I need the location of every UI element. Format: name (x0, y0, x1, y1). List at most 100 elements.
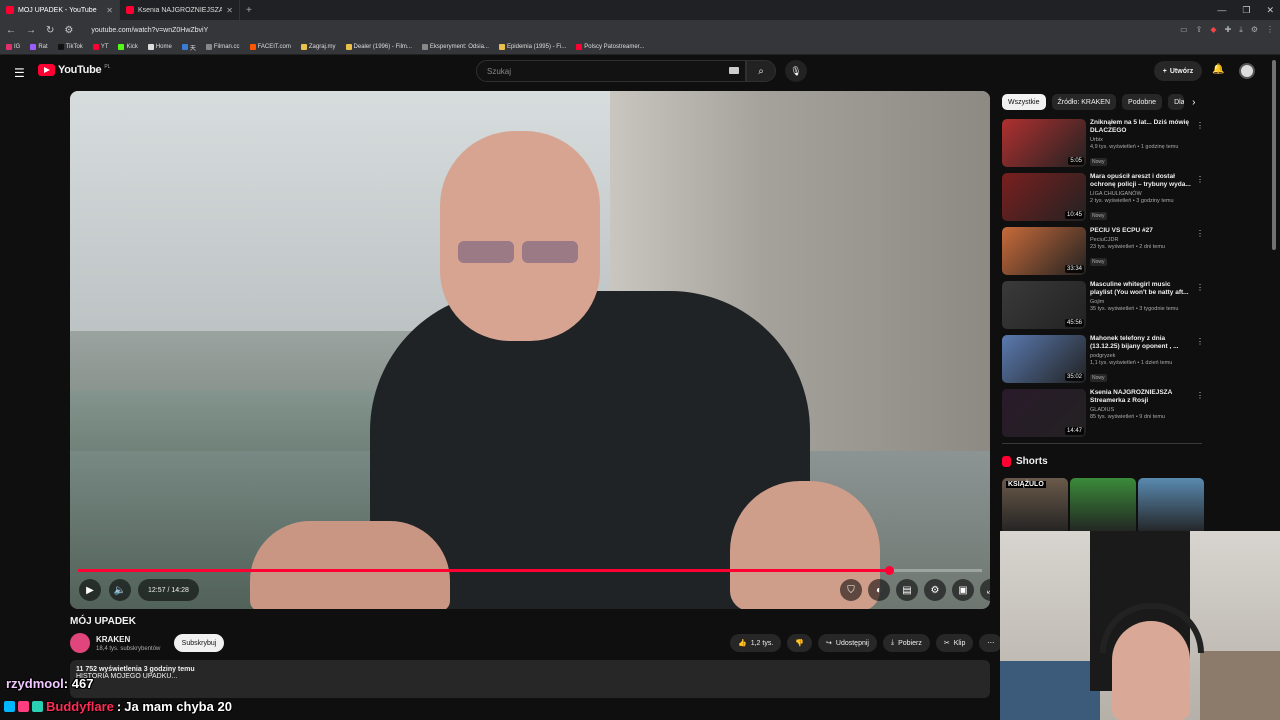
search-button[interactable]: ⌕ (746, 60, 776, 82)
chevron-right-icon[interactable]: › (1192, 97, 1195, 108)
settings-icon[interactable]: ⚙ (1251, 25, 1258, 35)
recommended-channel[interactable]: LIGA CHULIGANÓW (1090, 191, 1194, 197)
recommended-video[interactable]: 35:02 Mahonek telefony z dnia (13.12.25) … (1002, 335, 1204, 383)
settings-button[interactable]: ⚙ (924, 579, 946, 601)
chip-for-you[interactable]: Dla (1168, 94, 1185, 110)
recommended-title[interactable]: Masculine whitegirl music playlist (You … (1090, 281, 1194, 297)
close-window-icon[interactable]: ✕ (1266, 5, 1274, 16)
recommended-video[interactable]: 45:56 Masculine whitegirl music playlist … (1002, 281, 1204, 329)
chip-all[interactable]: Wszystkie (1002, 94, 1046, 110)
create-button[interactable]: + Utwórz (1154, 61, 1202, 81)
download-button[interactable]: ⤓ Pobierz (882, 634, 930, 652)
short-item[interactable] (1138, 478, 1204, 534)
short-item[interactable]: KSIĄŻULO (1002, 478, 1068, 534)
recommended-channel[interactable]: Urbix (1090, 137, 1194, 143)
youtube-logo[interactable]: YouTube PL (38, 64, 110, 76)
bookmark-item[interactable]: FACEIT.com (249, 44, 291, 50)
recommended-video[interactable]: 33:34 PECIU VS ECPU #27 PeciuCJDR 23 tys. w… (1002, 227, 1204, 275)
close-tab-icon[interactable]: ✕ (106, 6, 113, 15)
account-avatar[interactable] (1239, 63, 1255, 79)
bookmark-item[interactable]: Kick (118, 44, 138, 50)
maximize-icon[interactable]: ❐ (1242, 5, 1250, 16)
recommended-channel[interactable]: podgryzek (1090, 353, 1194, 359)
recommended-video[interactable]: 14:47 Ksenia NAJGROŹNIEJSZA Streamerka z … (1002, 389, 1204, 437)
browser-tab-ksenia[interactable]: Ksenia NAJGROŹNIEJSZA Streamerka ✕ (120, 0, 240, 20)
play-button[interactable]: ▶ (79, 579, 101, 601)
bookmark-item[interactable]: Rat (30, 44, 48, 50)
recommended-video[interactable]: 5:05 Zniknąłem na 5 lat... Dziś mówię DLA… (1002, 119, 1204, 167)
fullscreen-button[interactable]: ⤢ (980, 579, 990, 601)
progress-bar[interactable] (78, 566, 982, 575)
more-options-icon[interactable]: ⋮ (1196, 337, 1204, 346)
video-thumbnail[interactable]: 35:02 (1002, 335, 1086, 383)
new-tab-icon[interactable]: + (240, 5, 258, 16)
keyboard-icon[interactable] (729, 67, 739, 74)
site-info-icon[interactable]: ⚙ (64, 25, 73, 36)
bookmark-item[interactable]: Filman.cc (205, 44, 240, 50)
bookmark-item[interactable]: Eksperyment: Odsia... (421, 44, 489, 50)
channel-avatar[interactable] (70, 633, 90, 653)
mute-button[interactable]: 🔈 (109, 579, 131, 601)
clip-button[interactable]: ✂ Klip (935, 634, 974, 652)
forward-icon[interactable]: → (26, 25, 36, 36)
minimize-icon[interactable]: — (1217, 5, 1226, 15)
bookmark-item[interactable]: Polscy Patostreamer... (576, 44, 644, 50)
bookmark-item[interactable]: 天 (181, 43, 196, 52)
more-options-icon[interactable]: ⋮ (1196, 229, 1204, 238)
hamburger-menu-icon[interactable]: ☰ (14, 66, 25, 80)
video-thumbnail[interactable]: 33:34 (1002, 227, 1086, 275)
bookmark-item[interactable]: Zagraj.my (300, 44, 336, 50)
download-icon[interactable]: ⤓ (1239, 25, 1243, 35)
more-options-icon[interactable]: ⋮ (1196, 283, 1204, 292)
browser-tab-youtube[interactable]: MÓJ UPADEK - YouTube ✕ (0, 0, 120, 20)
short-item[interactable] (1070, 478, 1136, 534)
install-icon[interactable]: ▭ (1180, 25, 1188, 35)
more-actions-button[interactable]: ⋯ (979, 634, 1003, 652)
more-options-icon[interactable]: ⋮ (1196, 391, 1204, 400)
chip-source[interactable]: Źródło: KRAKEN (1051, 94, 1117, 110)
more-options-icon[interactable]: ⋮ (1196, 121, 1204, 130)
share-button[interactable]: ↪ Udostępnij (818, 634, 877, 652)
autoplay-toggle[interactable]: ◐ (868, 579, 890, 601)
video-thumbnail[interactable]: 10:45 (1002, 173, 1086, 221)
video-thumbnail[interactable]: 14:47 (1002, 389, 1086, 437)
dislike-button[interactable]: 👎 (787, 634, 813, 652)
bookmark-item[interactable]: Home (147, 44, 172, 50)
chip-related[interactable]: Podobne (1122, 94, 1163, 110)
recommended-video[interactable]: 10:45 Mara opuścił areszt i dostał ochron… (1002, 173, 1204, 221)
recommended-channel[interactable]: GLADIUS (1090, 407, 1194, 413)
subtitles-button[interactable]: ▤ (896, 579, 918, 601)
search-input[interactable]: Szukaj (476, 60, 746, 82)
bookmark-item[interactable]: Dealer (1996) - Film... (345, 44, 412, 50)
recommended-title[interactable]: Ksenia NAJGROŹNIEJSZA Streamerka z Rosji (1090, 389, 1194, 405)
recommended-title[interactable]: Mahonek telefony z dnia (13.12.25) bijan… (1090, 335, 1194, 351)
channel-name[interactable]: KRAKEN (96, 635, 130, 644)
puzzle-extension-icon[interactable]: ✚ (1225, 25, 1232, 35)
back-icon[interactable]: ← (6, 25, 16, 36)
premium-shield-button[interactable]: ⛉ (840, 579, 862, 601)
bookmark-item[interactable]: TikTok (57, 44, 83, 50)
page-scrollbar[interactable] (1272, 60, 1276, 250)
voice-search-button[interactable]: 🎙 (785, 60, 807, 82)
more-options-icon[interactable]: ⋮ (1196, 175, 1204, 184)
recommended-channel[interactable]: PeciuCJDR (1090, 237, 1194, 243)
recommended-channel[interactable]: Gojim (1090, 299, 1194, 305)
scrubber-handle[interactable] (884, 566, 894, 575)
description-box[interactable]: 11 752 wyświetlenia 3 godziny temu HISTO… (70, 660, 990, 698)
notifications-bell-icon[interactable]: 🔔 (1212, 64, 1224, 75)
shield-extension-icon[interactable]: ◆ (1210, 25, 1216, 35)
subscribe-button[interactable]: Subskrybuj (174, 634, 224, 652)
video-thumbnail[interactable]: 45:56 (1002, 281, 1086, 329)
video-thumbnail[interactable]: 5:05 (1002, 119, 1086, 167)
recommended-title[interactable]: Zniknąłem na 5 lat... Dziś mówię DLACZEG… (1090, 119, 1194, 135)
bookmark-item[interactable]: IG (6, 44, 20, 50)
recommended-title[interactable]: Mara opuścił areszt i dostał ochronę pol… (1090, 173, 1194, 189)
menu-dots-icon[interactable]: ⋮ (1266, 25, 1274, 35)
bookmark-item[interactable]: Epidemia (1995) - Fi... (498, 44, 566, 50)
url-field[interactable]: youtube.com/watch?v=wnZ0HwZbviY (91, 27, 1170, 34)
bookmark-item[interactable]: YT (92, 44, 108, 50)
video-player[interactable]: ▶ 🔈 12:57 / 14:28 ⛉ ◐ ▤ ⚙ ▣ ⤢ (70, 91, 990, 609)
like-button[interactable]: 👍 1,2 tys. (730, 634, 782, 652)
close-tab-icon[interactable]: ✕ (226, 6, 233, 15)
recommended-title[interactable]: PECIU VS ECPU #27 (1090, 227, 1194, 235)
